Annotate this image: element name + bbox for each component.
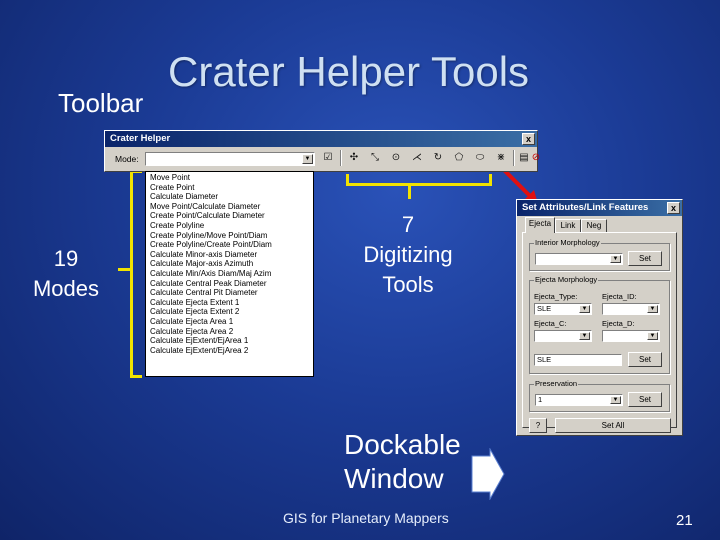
tab-link[interactable]: Link: [555, 219, 581, 232]
list-item[interactable]: Calculate Ejecta Area 2: [150, 327, 313, 337]
list-item[interactable]: Calculate Central Peak Diameter: [150, 279, 313, 289]
ejecta-id-label: Ejecta_ID:: [602, 292, 637, 301]
ellipse-tool-icon[interactable]: ⬭: [473, 151, 487, 165]
modes-callout: 19 Modes: [28, 244, 104, 304]
snap-tool-icon[interactable]: ⋇: [494, 151, 508, 165]
tab-neg[interactable]: Neg: [581, 219, 607, 232]
arrow-tool-icon[interactable]: ⤡: [368, 151, 382, 165]
toolbar-window-title: Crater Helper: [110, 133, 171, 144]
help-button[interactable]: ?: [529, 418, 547, 433]
chevron-down-icon[interactable]: ▼: [579, 332, 590, 340]
dockable-callout: Dockable Window: [344, 428, 484, 496]
modes-callout-line-2: Modes: [32, 276, 100, 301]
ejecta-c-dropdown[interactable]: ▼: [534, 330, 592, 342]
list-item[interactable]: Calculate EjExtent/EjArea 1: [150, 336, 313, 346]
list-item[interactable]: Create Point: [150, 183, 313, 193]
set-attributes-window: Set Attributes/Link Features x Ejecta Li…: [516, 199, 683, 436]
list-item[interactable]: Calculate Central Pit Diameter: [150, 288, 313, 298]
interior-morphology-group: Interior Morphology ▼ Set: [529, 238, 670, 271]
mode-list[interactable]: Move Point Create Point Calculate Diamet…: [145, 171, 314, 377]
list-item[interactable]: Calculate Major-axis Azimuth: [150, 259, 313, 269]
mode-label: Mode:: [115, 154, 139, 164]
dock-title-bar[interactable]: Set Attributes/Link Features x: [517, 200, 682, 216]
modes-bracket: [130, 170, 142, 378]
preservation-set-button[interactable]: Set: [628, 392, 662, 407]
ejecta-morphology-label: Ejecta Morphology: [534, 275, 599, 284]
dock-window-title: Set Attributes/Link Features: [522, 202, 649, 213]
move-point-tool-icon[interactable]: ✣: [347, 151, 361, 165]
ejecta-morphology-group: Ejecta Morphology Ejecta_Type: Ejecta_ID…: [529, 275, 670, 374]
list-item[interactable]: Create Point/Calculate Diameter: [150, 211, 313, 221]
ejecta-id-dropdown[interactable]: ▼: [602, 303, 660, 315]
toolbar-separator: [340, 150, 342, 166]
list-item[interactable]: Calculate Ejecta Area 1: [150, 317, 313, 327]
digitizing-callout-line-3: Tools: [382, 272, 434, 297]
toolbar-label: Toolbar: [58, 88, 144, 118]
preservation-dropdown[interactable]: 1 ▼: [535, 394, 623, 406]
interior-morphology-dropdown[interactable]: ▼: [535, 253, 623, 265]
dock-close-button[interactable]: x: [667, 202, 680, 214]
list-item[interactable]: Move Point: [150, 173, 313, 183]
slide-title: Crater Helper Tools: [168, 48, 530, 95]
chevron-down-icon[interactable]: ▼: [610, 396, 621, 404]
digitizing-callout-line-2: Digitizing: [363, 242, 453, 267]
modes-bracket-tick: [118, 268, 131, 271]
toolbar-close-button[interactable]: x: [522, 133, 535, 145]
footer-text: GIS for Planetary Mappers: [283, 510, 449, 526]
list-item[interactable]: Calculate Minor-axis Diameter: [150, 250, 313, 260]
interior-morphology-label: Interior Morphology: [534, 238, 601, 247]
polyline-tool-icon[interactable]: ⋌: [410, 151, 424, 165]
chevron-down-icon[interactable]: ▼: [302, 154, 313, 164]
list-item[interactable]: Move Point/Calculate Diameter: [150, 202, 313, 212]
digitizing-callout: 7 Digitizing Tools: [350, 210, 466, 300]
modes-callout-line-1: 19: [53, 246, 79, 271]
interior-set-button[interactable]: Set: [628, 251, 662, 266]
tools-bracket-tick: [408, 185, 411, 199]
list-item[interactable]: Create Polyline/Create Point/Diam: [150, 240, 313, 250]
ejecta-type-label: Ejecta_Type:: [534, 292, 578, 301]
chevron-down-icon[interactable]: ▼: [579, 305, 590, 313]
ejecta-combined-value: SLE: [537, 355, 552, 364]
polygon-tool-icon[interactable]: ⬠: [452, 151, 466, 165]
preservation-value: 1: [538, 395, 543, 404]
ejecta-d-dropdown[interactable]: ▼: [602, 330, 660, 342]
list-item[interactable]: Calculate Ejecta Extent 2: [150, 307, 313, 317]
list-item[interactable]: Create Polyline: [150, 221, 313, 231]
ejecta-set-button[interactable]: Set: [628, 352, 662, 367]
toolbar-separator: [513, 150, 515, 166]
dockable-callout-line-2: Window: [344, 463, 444, 494]
ejecta-type-value: SLE: [537, 304, 552, 313]
ejecta-c-label: Ejecta_C:: [534, 319, 567, 328]
list-item[interactable]: Calculate EjExtent/EjArea 2: [150, 346, 313, 356]
list-item[interactable]: Calculate Min/Axis Diam/Maj Azim: [150, 269, 313, 279]
toolbar-title-bar[interactable]: Crater Helper x: [105, 131, 537, 147]
tools-bracket: [346, 174, 492, 186]
chevron-down-icon[interactable]: ▼: [610, 255, 621, 263]
clear-tool-icon[interactable]: ⊘: [529, 151, 543, 165]
crater-helper-toolbar: Crater Helper x Mode: ▼ ☑ ✣ ⤡ ⊙ ⋌ ↻ ⬠ ⬭ …: [104, 130, 540, 172]
ejecta-combined-field[interactable]: SLE: [534, 354, 622, 366]
rotate-tool-icon[interactable]: ↻: [431, 151, 445, 165]
tab-ejecta[interactable]: Ejecta: [525, 217, 555, 233]
ejecta-type-dropdown[interactable]: SLE ▼: [534, 303, 592, 315]
chevron-down-icon[interactable]: ▼: [647, 305, 658, 313]
list-item[interactable]: Calculate Ejecta Extent 1: [150, 298, 313, 308]
list-item[interactable]: Create Polyline/Move Point/Diam: [150, 231, 313, 241]
ejecta-d-label: Ejecta_D:: [602, 319, 635, 328]
dock-pointer-arrow-icon: [471, 448, 505, 500]
preservation-label: Preservation: [534, 379, 579, 388]
chevron-down-icon[interactable]: ▼: [647, 332, 658, 340]
mode-dropdown[interactable]: ▼: [145, 152, 315, 166]
dockable-callout-line-1: Dockable: [344, 429, 461, 460]
checkbox-tool-icon[interactable]: ☑: [321, 151, 335, 165]
list-item[interactable]: Calculate Diameter: [150, 192, 313, 202]
preservation-group: Preservation 1 ▼ Set: [529, 379, 670, 412]
set-all-button[interactable]: Set All: [555, 418, 671, 433]
ejecta-tab-panel: Interior Morphology ▼ Set Ejecta Morphol…: [522, 232, 677, 428]
point-tool-icon[interactable]: ⊙: [389, 151, 403, 165]
digitizing-callout-line-1: 7: [401, 212, 415, 237]
page-number: 21: [676, 512, 693, 529]
